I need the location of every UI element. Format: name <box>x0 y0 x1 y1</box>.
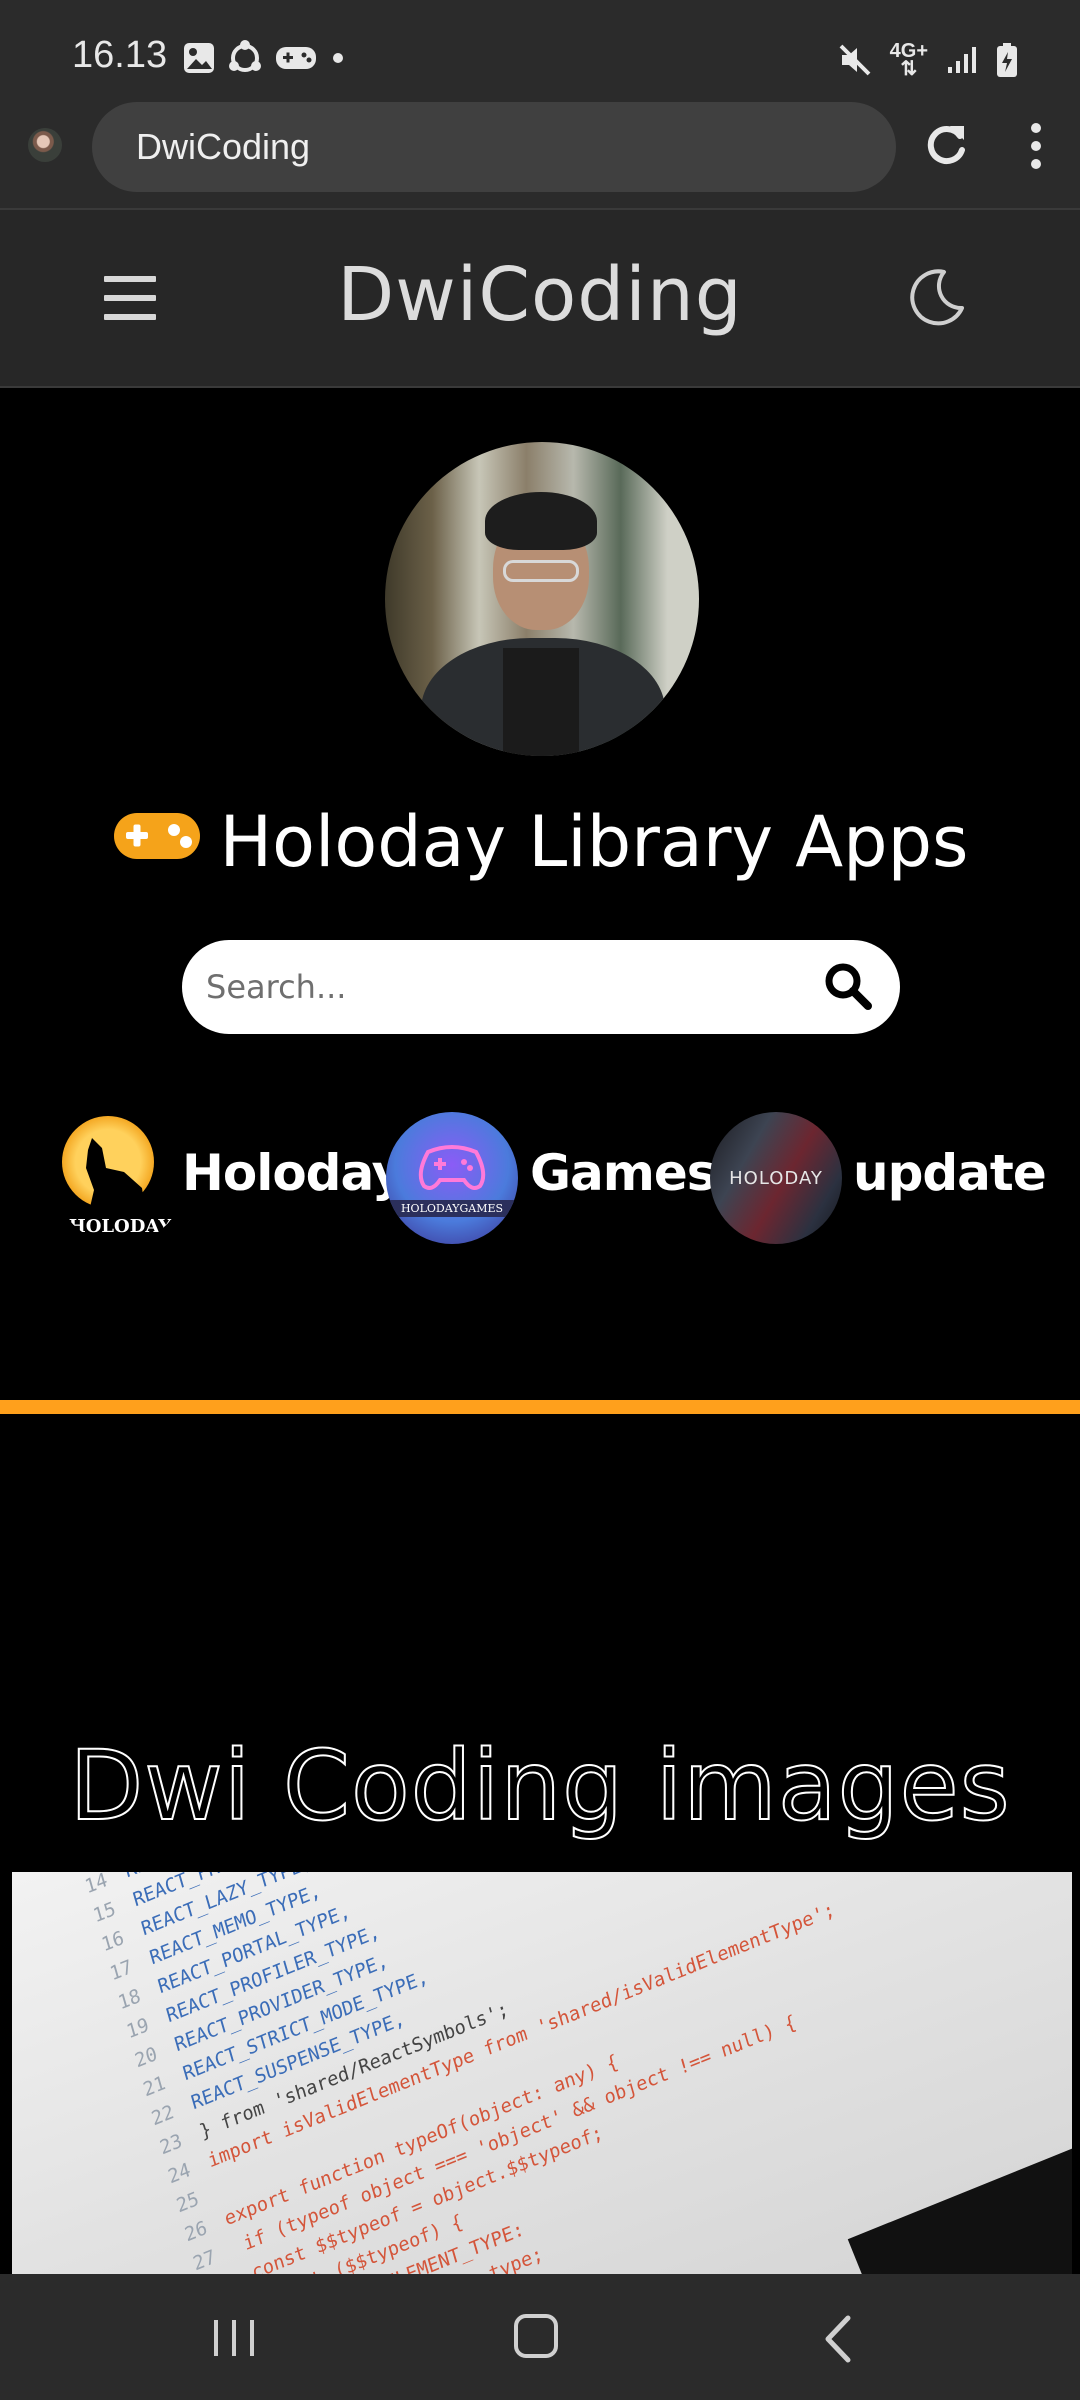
battery-charging-icon <box>997 43 1017 77</box>
search-box[interactable] <box>182 940 900 1034</box>
status-bar: 16.13 4G+ ⇅ <box>0 0 1080 100</box>
reload-icon[interactable] <box>918 118 974 174</box>
library-title-text: Holoday Library Apps <box>219 800 969 883</box>
dot-icon <box>333 53 343 63</box>
wolf-icon <box>86 1138 146 1216</box>
category-holoday-image[interactable]: HOLODAY <box>54 1112 186 1244</box>
code-screenshot-image[interactable]: 14REACT_FORWARD_REF_TYPE,15REACT_FRAGMEN… <box>12 1872 1072 2274</box>
signal-icon <box>948 47 976 73</box>
category-holoday-label[interactable]: Holoday <box>182 1144 404 1202</box>
sync-icon <box>229 40 261 72</box>
category-games-label[interactable]: Games <box>530 1144 717 1202</box>
category-update-image-text: HOLODAY <box>729 1168 823 1189</box>
library-title: Holoday Library Apps <box>0 796 1080 883</box>
search-icon[interactable] <box>822 960 874 1012</box>
category-holoday-image-text: HOLODAY <box>68 1216 172 1237</box>
code-lines: 14REACT_FORWARD_REF_TYPE,15REACT_FRAGMEN… <box>60 1872 897 2274</box>
profile-avatar <box>385 442 699 756</box>
category-list: HOLODAY Holoday HOLODAYGAMES Games HOLOD… <box>54 1110 1054 1244</box>
mute-icon <box>839 44 871 76</box>
category-update-image[interactable]: HOLODAY <box>710 1112 842 1244</box>
address-text[interactable]: DwiCoding <box>136 126 310 168</box>
address-bar[interactable]: DwiCoding <box>92 102 896 192</box>
section-divider <box>0 1400 1080 1414</box>
tab-favicon[interactable] <box>28 128 62 162</box>
home-icon[interactable] <box>514 2314 558 2358</box>
controller-icon <box>418 1145 486 1190</box>
category-games-image[interactable]: HOLODAYGAMES <box>386 1112 518 1244</box>
recent-apps-icon[interactable] <box>206 2316 262 2360</box>
category-update-label[interactable]: update <box>853 1144 1047 1202</box>
back-icon[interactable] <box>820 2314 856 2364</box>
gamepad-icon <box>276 47 316 69</box>
search-input[interactable] <box>204 958 768 1016</box>
system-nav-bar <box>0 2274 1080 2400</box>
images-heading: Dwi Coding images <box>68 1729 1011 1843</box>
image-shadow <box>847 2141 1072 2274</box>
image-icon <box>184 43 214 73</box>
status-left-icons <box>182 40 348 76</box>
network-4g-icon: 4G+ ⇅ <box>889 40 928 80</box>
status-time: 16.13 <box>72 34 168 76</box>
gamepad-emoji-icon <box>113 812 200 859</box>
site-header: DwiCoding <box>0 208 1080 388</box>
moon-icon[interactable] <box>906 268 966 328</box>
status-right-icons: 4G+ ⇅ <box>838 40 1018 80</box>
category-games-image-text: HOLODAYGAMES <box>386 1200 518 1217</box>
more-vert-icon[interactable] <box>1018 118 1054 174</box>
browser-toolbar: DwiCoding <box>0 100 1080 208</box>
